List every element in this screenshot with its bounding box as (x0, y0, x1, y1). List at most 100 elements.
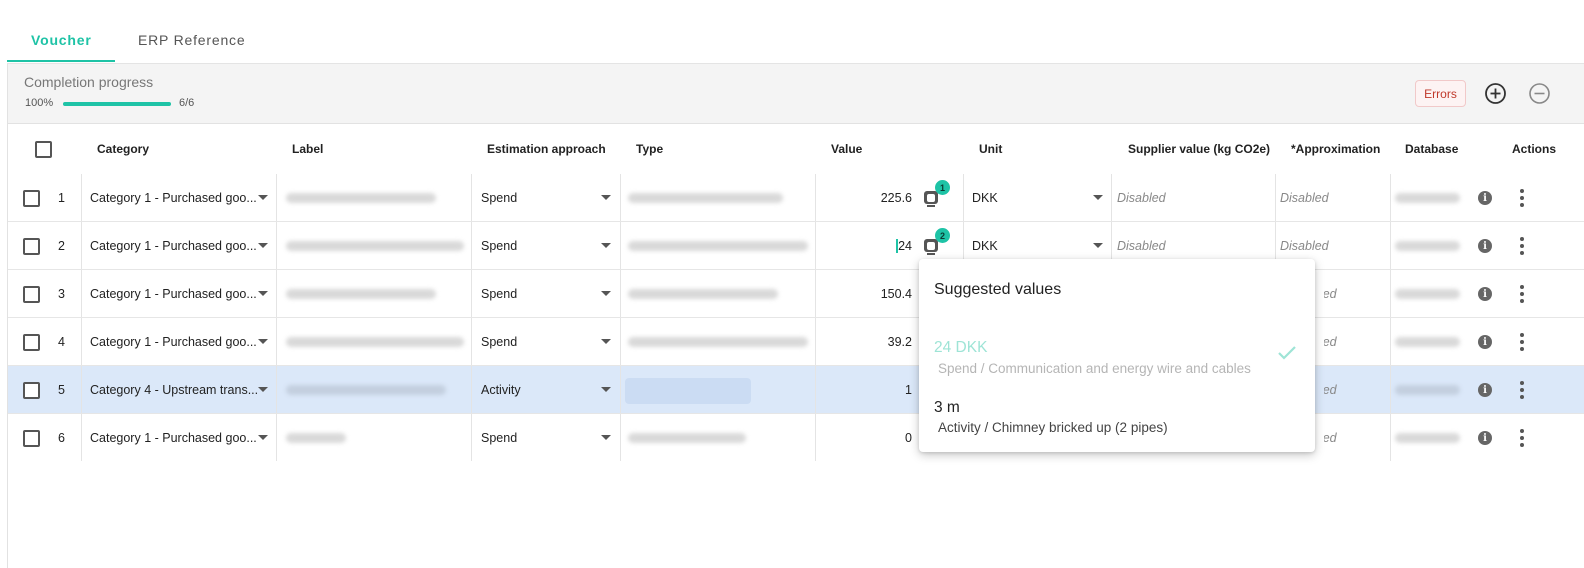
label-cell-redacted[interactable] (286, 337, 464, 347)
chevron-down-icon[interactable] (258, 195, 268, 200)
suggestion-detail[interactable]: Activity / Chimney bricked up (2 pipes) (938, 420, 1256, 435)
table-row[interactable]: 1 Category 1 - Purchased goo... Spend 22… (8, 174, 1584, 222)
label-cell-redacted[interactable] (286, 193, 436, 203)
chevron-down-icon[interactable] (601, 195, 611, 200)
value-input[interactable]: 24 (828, 222, 912, 269)
database-cell-redacted[interactable] (1395, 241, 1460, 251)
minus-circle-icon[interactable] (1528, 82, 1551, 105)
row-checkbox[interactable] (23, 190, 40, 207)
progress-count: 6/6 (179, 97, 195, 109)
database-cell-redacted[interactable] (1395, 193, 1460, 203)
value-input[interactable]: 0 (828, 414, 912, 461)
header-type[interactable]: Type (636, 124, 663, 174)
errors-button[interactable]: Errors (1415, 80, 1466, 107)
header-label[interactable]: Label (292, 124, 323, 174)
table-row[interactable]: 4 Category 1 - Purchased goo... Spend 39… (8, 318, 1584, 366)
more-options-icon[interactable] (1520, 237, 1524, 258)
label-cell-redacted[interactable] (286, 241, 464, 251)
type-cell-redacted[interactable] (628, 433, 746, 443)
database-cell-redacted[interactable] (1395, 433, 1460, 443)
value-input[interactable]: 225.6 (828, 174, 912, 221)
header-database[interactable]: Database (1405, 124, 1458, 174)
table-row[interactable]: 6 Category 1 - Purchased goo... Spend 0 … (8, 414, 1584, 462)
info-icon[interactable]: i (1478, 431, 1492, 445)
unit-select[interactable]: DKK (972, 174, 998, 221)
plus-circle-icon[interactable] (1484, 82, 1507, 105)
header-estimation-approach[interactable]: Estimation approach (487, 124, 606, 174)
info-icon[interactable]: i (1478, 335, 1492, 349)
row-checkbox[interactable] (23, 382, 40, 399)
type-select[interactable] (625, 378, 751, 404)
suggestion-value[interactable]: 24 DKK (934, 339, 987, 357)
header-unit[interactable]: Unit (979, 124, 1002, 174)
tab-voucher[interactable]: Voucher (31, 30, 92, 63)
chevron-down-icon[interactable] (1093, 195, 1103, 200)
row-checkbox[interactable] (23, 286, 40, 303)
info-icon[interactable]: i (1478, 191, 1492, 205)
suggestion-value[interactable]: 3 m (934, 399, 960, 417)
more-options-icon[interactable] (1520, 381, 1524, 402)
more-options-icon[interactable] (1520, 429, 1524, 450)
approximation-input[interactable]: Disabled (1324, 431, 1337, 445)
chevron-down-icon[interactable] (601, 291, 611, 296)
category-select[interactable]: Category 1 - Purchased goo... (90, 318, 260, 365)
estimation-select[interactable]: Spend (481, 318, 517, 365)
table-row[interactable]: 3 Category 1 - Purchased goo... Spend 15… (8, 270, 1584, 318)
select-all-checkbox[interactable] (35, 141, 52, 158)
chevron-down-icon[interactable] (601, 243, 611, 248)
chevron-down-icon[interactable] (601, 387, 611, 392)
header-value[interactable]: Value (831, 124, 862, 174)
table-row-selected[interactable]: 5 Category 4 - Upstream trans... Activit… (8, 366, 1584, 414)
header-approximation[interactable]: *Approximation (1291, 124, 1380, 174)
database-cell-redacted[interactable] (1395, 385, 1460, 395)
more-options-icon[interactable] (1520, 333, 1524, 354)
chevron-down-icon[interactable] (1093, 243, 1103, 248)
estimation-select[interactable]: Spend (481, 414, 517, 461)
value-input[interactable]: 39.2 (828, 318, 912, 365)
approximation-input[interactable]: Disabled (1280, 174, 1329, 221)
database-cell-redacted[interactable] (1395, 289, 1460, 299)
info-icon[interactable]: i (1478, 287, 1492, 301)
chevron-down-icon[interactable] (258, 339, 268, 344)
row-checkbox[interactable] (23, 334, 40, 351)
estimation-select[interactable]: Spend (481, 270, 517, 317)
type-cell-redacted[interactable] (628, 289, 778, 299)
label-cell-redacted[interactable] (286, 289, 436, 299)
value-input[interactable]: 150.4 (828, 270, 912, 317)
type-cell-redacted[interactable] (628, 193, 783, 203)
header-category[interactable]: Category (97, 124, 149, 174)
chevron-down-icon[interactable] (601, 435, 611, 440)
suggestion-detail[interactable]: Spend / Communication and energy wire an… (938, 361, 1256, 376)
type-cell-redacted[interactable] (628, 241, 808, 251)
row-checkbox[interactable] (23, 238, 40, 255)
category-select[interactable]: Category 4 - Upstream trans... (90, 366, 260, 413)
database-cell-redacted[interactable] (1395, 337, 1460, 347)
estimation-select[interactable]: Spend (481, 174, 517, 221)
row-checkbox[interactable] (23, 430, 40, 447)
estimation-select[interactable]: Activity (481, 366, 521, 413)
label-cell-redacted[interactable] (286, 433, 346, 443)
category-select[interactable]: Category 1 - Purchased goo... (90, 222, 260, 269)
type-cell-redacted[interactable] (628, 337, 808, 347)
estimation-select[interactable]: Spend (481, 222, 517, 269)
label-cell-redacted[interactable] (286, 385, 446, 395)
value-input[interactable]: 1 (828, 366, 912, 413)
approximation-input[interactable]: Disabled (1324, 383, 1337, 397)
more-options-icon[interactable] (1520, 285, 1524, 306)
supplier-value-input[interactable]: Disabled (1117, 174, 1166, 221)
info-icon[interactable]: i (1478, 383, 1492, 397)
more-options-icon[interactable] (1520, 189, 1524, 210)
category-select[interactable]: Category 1 - Purchased goo... (90, 270, 260, 317)
category-select[interactable]: Category 1 - Purchased goo... (90, 174, 260, 221)
tab-erp-reference[interactable]: ERP Reference (138, 30, 245, 63)
header-supplier-value[interactable]: Supplier value (kg CO2e) (1128, 124, 1270, 174)
chevron-down-icon[interactable] (601, 339, 611, 344)
chevron-down-icon[interactable] (258, 291, 268, 296)
approximation-input[interactable]: Disabled (1324, 335, 1337, 349)
info-icon[interactable]: i (1478, 239, 1492, 253)
table-row[interactable]: 2 Category 1 - Purchased goo... Spend 24… (8, 222, 1584, 270)
chevron-down-icon[interactable] (258, 387, 268, 392)
chevron-down-icon[interactable] (258, 435, 268, 440)
chevron-down-icon[interactable] (258, 243, 268, 248)
category-select[interactable]: Category 1 - Purchased goo... (90, 414, 260, 461)
